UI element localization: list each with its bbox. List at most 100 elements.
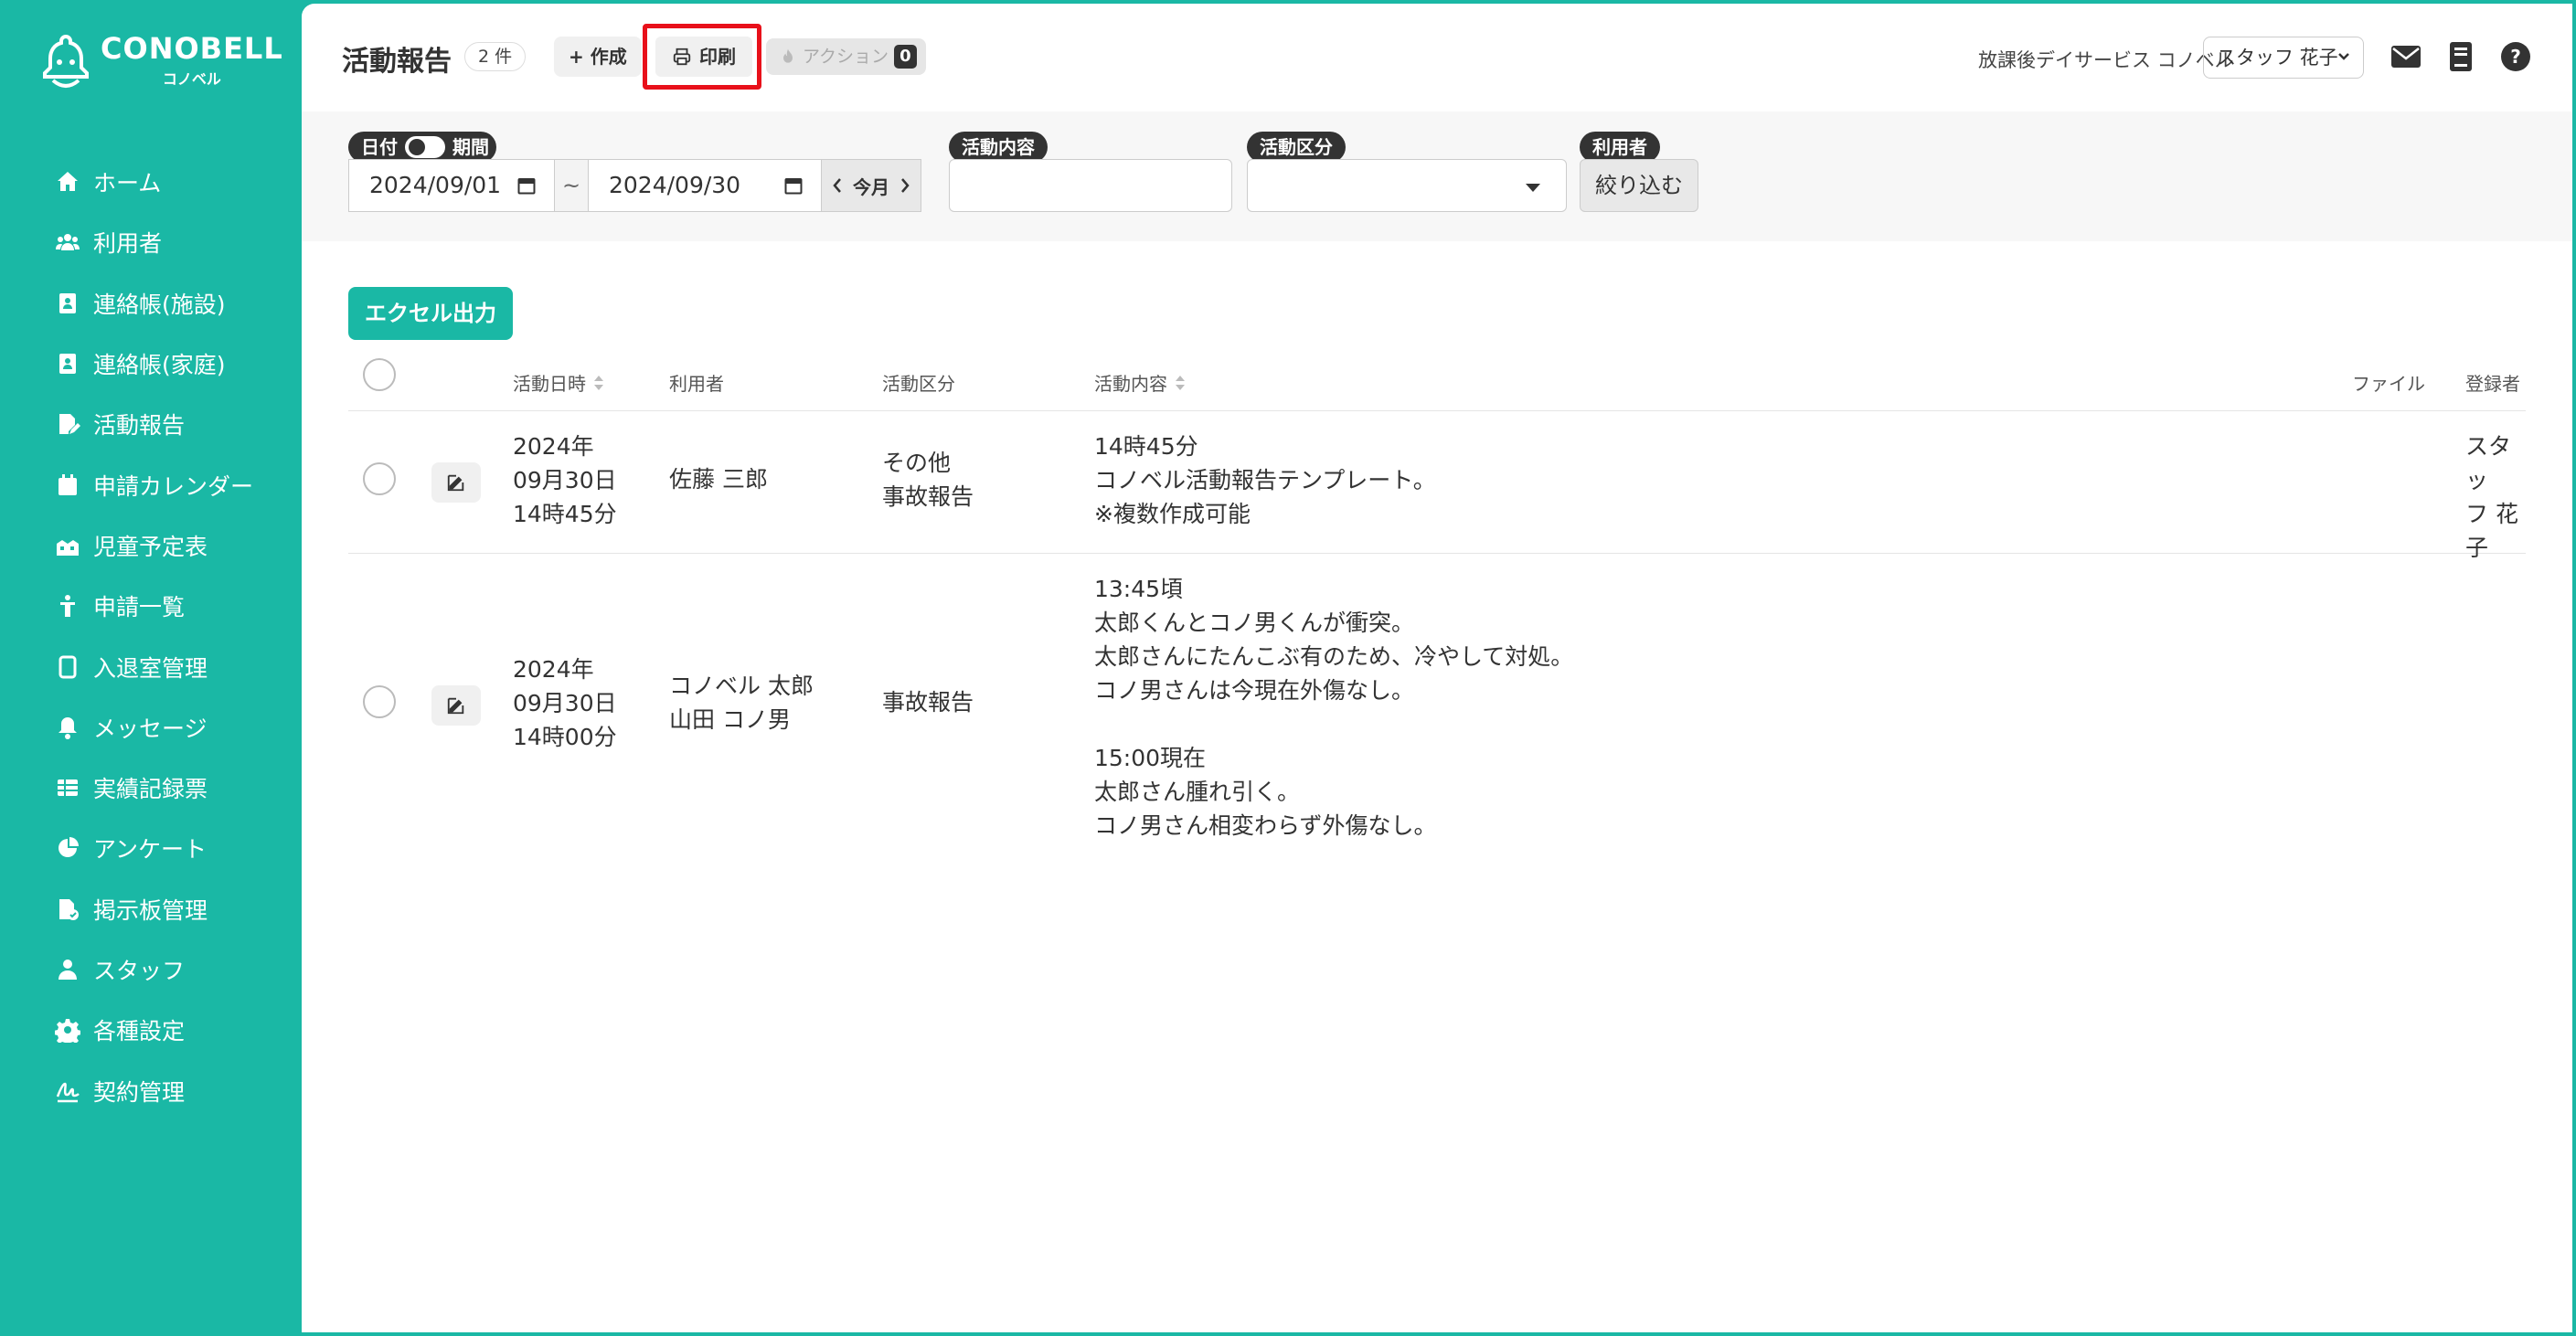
datetime-line: 2024年 [513,656,594,683]
excel-export-button[interactable]: エクセル出力 [348,287,513,340]
row-datetime: 2024年 09月30日 14時00分 [513,652,617,754]
category-line: 事故報告 [882,689,974,716]
sidebar-item-12[interactable]: 掲示板管理 [55,879,302,939]
content-line: 太郎さんにたんこぶ有のため、冷やして対処。 [1094,643,1574,670]
sidebar-item-label: 児童予定表 [93,533,208,560]
date-to-value: 2024/09/30 [609,172,741,198]
sidebar-item-1[interactable]: 利用者 [55,212,302,272]
date-range-separator: ~ [555,159,588,212]
content-line: 15:00現在 [1094,745,1207,771]
svg-text:?: ? [2510,46,2521,68]
sidebar-item-label: 契約管理 [93,1078,186,1106]
bell-logo-icon [43,34,89,88]
chevron-right-icon[interactable] [899,176,911,195]
sidebar-item-5[interactable]: 申請カレンダー [55,454,302,514]
sidebar-item-9[interactable]: メッセージ [55,697,302,758]
date-mode-toggle[interactable]: 日付 期間 [348,132,496,163]
date-to-input[interactable]: 2024/09/30 [588,159,822,212]
table-row[interactable]: 2024年 09月30日 14時00分 コノベル 太郎 山田 コノ男 事故報告 … [348,554,2526,852]
content-line: コノ男さん相変わらず外傷なし。 [1094,812,1437,839]
datetime-line: 14時45分 [513,501,617,527]
header-file-label: ファイル [2352,373,2425,395]
staff-icon [55,957,80,982]
sidebar-item-label: 連絡帳(家庭) [93,352,226,379]
user-filter-label: 利用者 [1580,132,1660,163]
sidebar-item-7[interactable]: 申請一覧 [55,576,302,636]
date-from-input[interactable]: 2024/09/01 [348,159,555,212]
window-frame-edge [2572,0,2576,1336]
sidebar-item-label: アンケート [93,836,208,864]
action-count-badge: 0 [894,45,917,69]
chevron-left-icon[interactable] [831,176,844,195]
sidebar-item-15[interactable]: 契約管理 [55,1060,302,1120]
sidebar-item-label: 連絡帳(施設) [93,291,226,318]
header-category: 活動区分 [882,369,955,396]
person-icon [55,593,80,619]
registrant-line: フ 花 [2465,501,2518,527]
filter-button[interactable]: 絞り込む [1580,159,1698,212]
sidebar-item-11[interactable]: アンケート [55,818,302,878]
row-checkbox[interactable] [363,685,396,718]
report-edit-icon [55,411,80,437]
signature-icon [55,1078,80,1104]
row-content: 14時45分 コノベル活動報告テンプレート。 ※複数作成可能 [1094,429,1436,531]
calendar-icon [517,178,536,195]
sidebar-item-label: 実績記録票 [93,776,208,803]
sidebar-item-label: 掲示板管理 [93,896,208,924]
sidebar-item-14[interactable]: 各種設定 [55,1000,302,1060]
action-button-label: アクション [803,47,889,67]
sidebar-item-0[interactable]: ホーム [55,152,302,212]
registrant-line: スタッ [2465,433,2512,493]
staff-select-value: スタッフ 花子 [2217,47,2338,69]
mail-icon[interactable] [2390,40,2422,73]
gear-icon [55,1017,80,1044]
header-content-label: 活動内容 [1094,373,1167,395]
datetime-line: 09月30日 [513,467,617,493]
create-button[interactable]: + 作成 [554,37,642,77]
sidebar-item-label: スタッフ [93,958,186,984]
header-user: 利用者 [669,369,724,396]
action-button[interactable]: アクション 0 [766,38,926,75]
sidebar-item-13[interactable]: スタッフ [55,939,302,1000]
edit-button[interactable] [431,462,481,503]
calendar-icon [784,178,803,195]
user-name: コノベル 太郎 [669,673,814,699]
sidebar-item-4[interactable]: 活動報告 [55,394,302,454]
staff-select[interactable]: スタッフ 花子 [2203,37,2364,79]
manual-book-icon[interactable] [2444,40,2477,73]
sidebar-item-10[interactable]: 実績記録票 [55,758,302,818]
datetime-line: 2024年 [513,433,594,460]
this-month-button[interactable]: 今月 [853,173,889,199]
datetime-line: 09月30日 [513,690,617,716]
table-row[interactable]: 2024年 09月30日 14時45分 佐藤 三郎 その他 事故報告 14時45… [348,411,2526,561]
logo-sub-text: コノベル [162,70,221,88]
sidebar-item-8[interactable]: 入退室管理 [55,636,302,696]
help-icon[interactable]: ? [2499,40,2532,73]
content-line: ※複数作成可能 [1094,501,1251,527]
date-tag-right: 期間 [452,136,489,158]
sidebar-item-3[interactable]: 連絡帳(家庭) [55,334,302,394]
sidebar-item-6[interactable]: 児童予定表 [55,515,302,576]
edit-button[interactable] [431,685,481,726]
sidebar-item-2[interactable]: 連絡帳(施設) [55,273,302,334]
top-bar: 活動報告 2 件 + 作成 印刷 アクション 0 放課後デイサービス コノベル … [302,4,2572,111]
facility-name: 放課後デイサービス コノベル [1978,49,2234,71]
home-icon [55,169,80,195]
content-line: コノ男さんは今現在外傷なし。 [1094,677,1415,704]
select-all-checkbox[interactable] [363,358,396,391]
fire-icon [783,48,793,63]
row-checkbox[interactable] [363,462,396,495]
header-registrant-label: 登録者 [2465,373,2520,395]
chevron-down-icon [2338,53,2349,60]
sidebar-item-label: メッセージ [93,715,208,742]
content-filter-input[interactable] [949,159,1232,212]
table-header: 活動日時 利用者 活動区分 活動内容 ファイル 登録者 [348,351,2526,411]
header-content[interactable]: 活動内容 [1094,369,1186,396]
logo[interactable]: CONOBELL コノベル [40,33,283,90]
header-datetime[interactable]: 活動日時 [513,369,604,396]
category-filter-select[interactable] [1247,159,1567,212]
header-category-label: 活動区分 [882,373,955,395]
main-panel: 活動報告 2 件 + 作成 印刷 アクション 0 放課後デイサービス コノベル … [302,4,2572,1332]
pie-chart-icon [55,835,80,861]
row-content: 13:45頃 太郎くんとコノ男くんが衝突。 太郎さんにたんこぶ有のため、冷やして… [1094,572,1573,843]
